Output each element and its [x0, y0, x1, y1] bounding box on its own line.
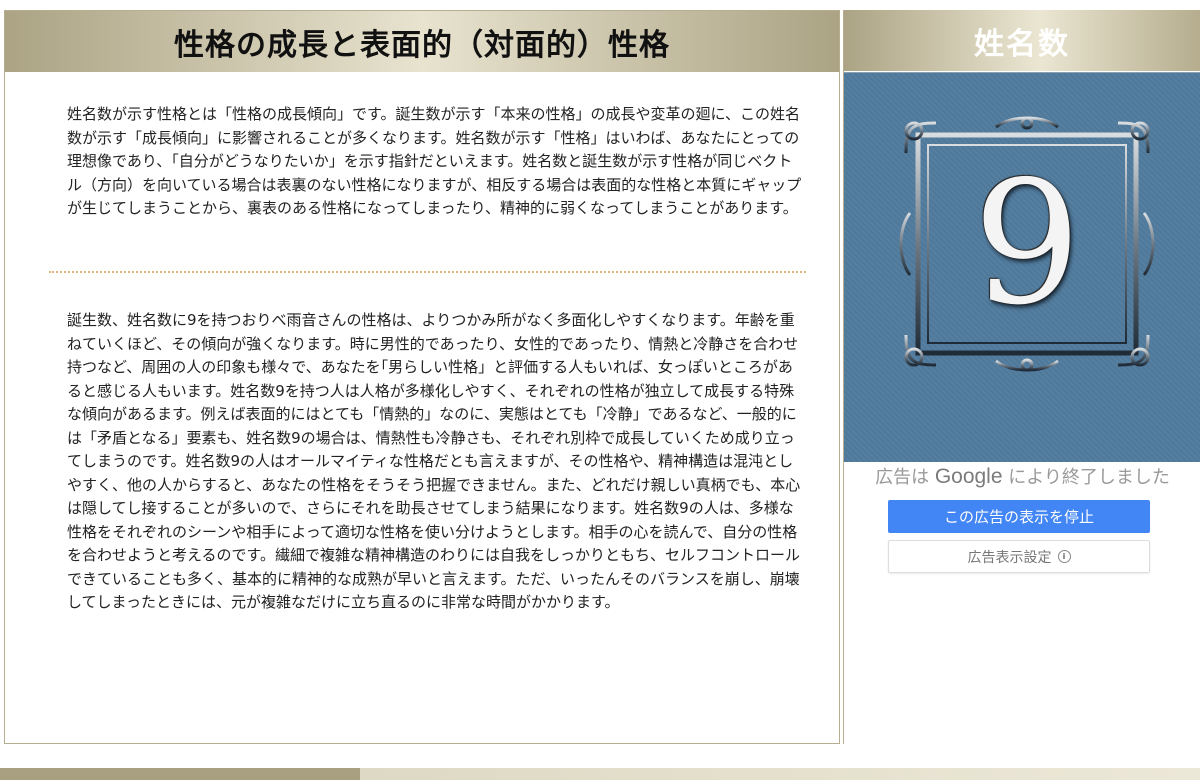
personality-growth-paragraph: 姓名数が示す性格とは「性格の成長傾向」です。誕生数が示す「本来の性格」の成長や変…: [67, 105, 802, 217]
bottom-section-header: [0, 768, 1200, 780]
google-brand: Google: [934, 465, 1003, 488]
main-header: 性格の成長と表面的（対面的）性格: [5, 11, 839, 72]
ad-ended-suffix: により終了しました: [1008, 467, 1170, 488]
side-header: 姓名数: [844, 10, 1200, 71]
ad-ended-message: 広告は Google により終了しました: [844, 462, 1200, 493]
main-panel: 性格の成長と表面的（対面的）性格 姓名数が示す性格とは「性格の成長傾向」です。誕…: [4, 10, 840, 744]
name-number-tile: 9: [844, 72, 1200, 463]
side-panel: 姓名数 9 広告は Google により終了しました この広告の表示を停止 広告…: [843, 10, 1200, 744]
info-icon: i: [1057, 550, 1071, 563]
number-nine-paragraph: 誕生数、姓名数に9を持つおりべ雨音さんの性格は、よりつかみ所がなく多面化しやすく…: [67, 311, 801, 611]
ad-area: 広告は Google により終了しました この広告の表示を停止 広告表示設定 i: [844, 462, 1200, 744]
ad-settings-button[interactable]: 広告表示設定 i: [888, 540, 1150, 573]
side-title: 姓名数: [974, 26, 1070, 62]
dotted-divider: [49, 271, 806, 273]
stop-ad-button[interactable]: この広告の表示を停止: [888, 500, 1150, 533]
page-frame: 性格の成長と表面的（対面的）性格 姓名数が示す性格とは「性格の成長傾向」です。誕…: [0, 0, 1200, 780]
name-number-value: 9: [972, 145, 1082, 343]
ad-settings-label: 広告表示設定: [967, 549, 1052, 566]
main-title: 性格の成長と表面的（対面的）性格: [174, 27, 670, 63]
ad-ended-prefix: 広告は: [875, 467, 930, 488]
